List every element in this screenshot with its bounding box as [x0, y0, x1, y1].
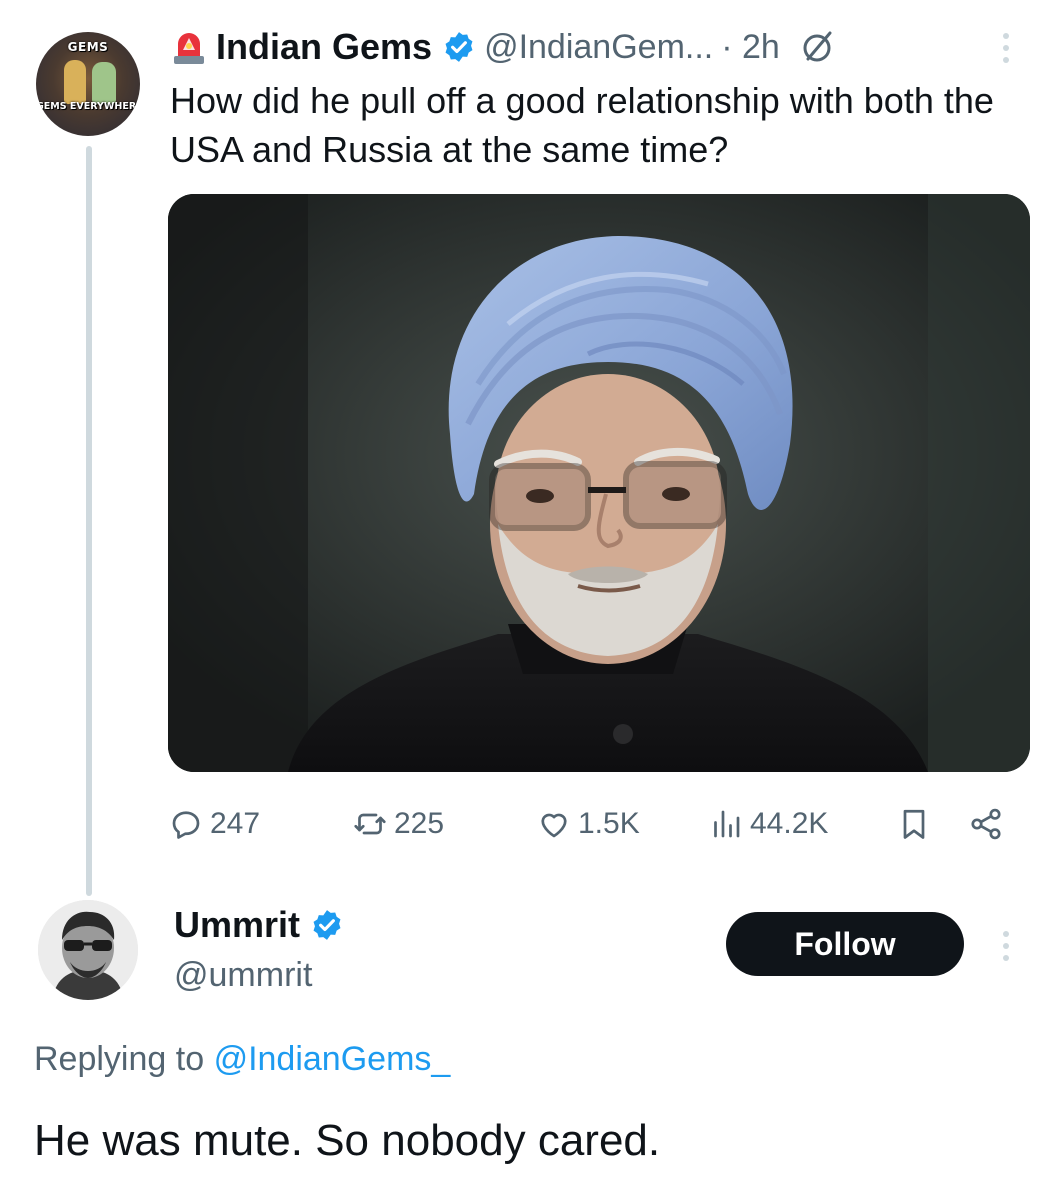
- repost-icon: [354, 813, 386, 835]
- bookmark-button[interactable]: [896, 796, 932, 852]
- avatar-figure-right: [92, 62, 116, 104]
- author-handle[interactable]: @IndianGem...: [484, 28, 713, 67]
- avatar-top-caption: GEMS: [67, 40, 109, 54]
- more-vertical-icon[interactable]: [996, 28, 1016, 68]
- tweet-header: Indian Gems @IndianGem... · 2h: [170, 22, 838, 72]
- like-count: 1.5K: [578, 807, 640, 840]
- repost-button[interactable]: 225: [352, 796, 444, 852]
- share-button[interactable]: [968, 796, 1004, 852]
- more-vertical-icon[interactable]: [996, 926, 1016, 966]
- author-name[interactable]: Indian Gems: [216, 26, 432, 68]
- tweet-action-bar: 247 225 1.5K 44.2K: [168, 796, 1038, 852]
- bookmark-icon: [903, 809, 925, 839]
- views-button[interactable]: 44.2K: [708, 796, 828, 852]
- reply-author-name[interactable]: Ummrit: [174, 904, 300, 946]
- like-button[interactable]: 1.5K: [536, 796, 640, 852]
- tweet-photo[interactable]: [168, 194, 1030, 772]
- avatar-illustration: [38, 900, 138, 1000]
- tweet-timestamp[interactable]: · 2h: [721, 28, 780, 67]
- reply-count: 247: [210, 807, 261, 840]
- avatar-figure-left: [64, 60, 86, 104]
- tweet-text: How did he pull off a good relationship …: [170, 80, 994, 170]
- verified-badge-icon: [313, 910, 341, 940]
- replying-to-label: Replying to: [34, 1040, 205, 1078]
- repost-count: 225: [394, 807, 445, 840]
- author-avatar[interactable]: GEMS GEMS EVERYWHERE: [36, 32, 140, 136]
- siren-emoji-icon: [174, 33, 204, 64]
- photo-illustration: [168, 194, 1030, 772]
- reply-author-handle[interactable]: @ummrit: [174, 956, 312, 995]
- reply-icon: [172, 811, 200, 839]
- reply-author-avatar[interactable]: [38, 900, 138, 1000]
- follow-button[interactable]: Follow: [726, 912, 964, 976]
- verified-badge-icon: [445, 32, 473, 62]
- reply-button[interactable]: 247: [168, 796, 260, 852]
- views-chart-icon: [714, 810, 740, 838]
- share-icon: [971, 808, 1001, 840]
- views-count: 44.2K: [750, 807, 829, 840]
- grok-icon[interactable]: [798, 27, 838, 67]
- avatar-bottom-caption: GEMS EVERYWHERE: [36, 101, 140, 112]
- reply-author-row: Ummrit: [174, 904, 344, 946]
- heart-icon: [541, 813, 567, 838]
- thread-connector-line: [86, 146, 92, 896]
- reply-text: He was mute. So nobody cared.: [34, 1116, 661, 1165]
- replying-to-line: Replying to @IndianGems_: [34, 1040, 450, 1079]
- replying-to-mention[interactable]: @IndianGems_: [214, 1040, 451, 1078]
